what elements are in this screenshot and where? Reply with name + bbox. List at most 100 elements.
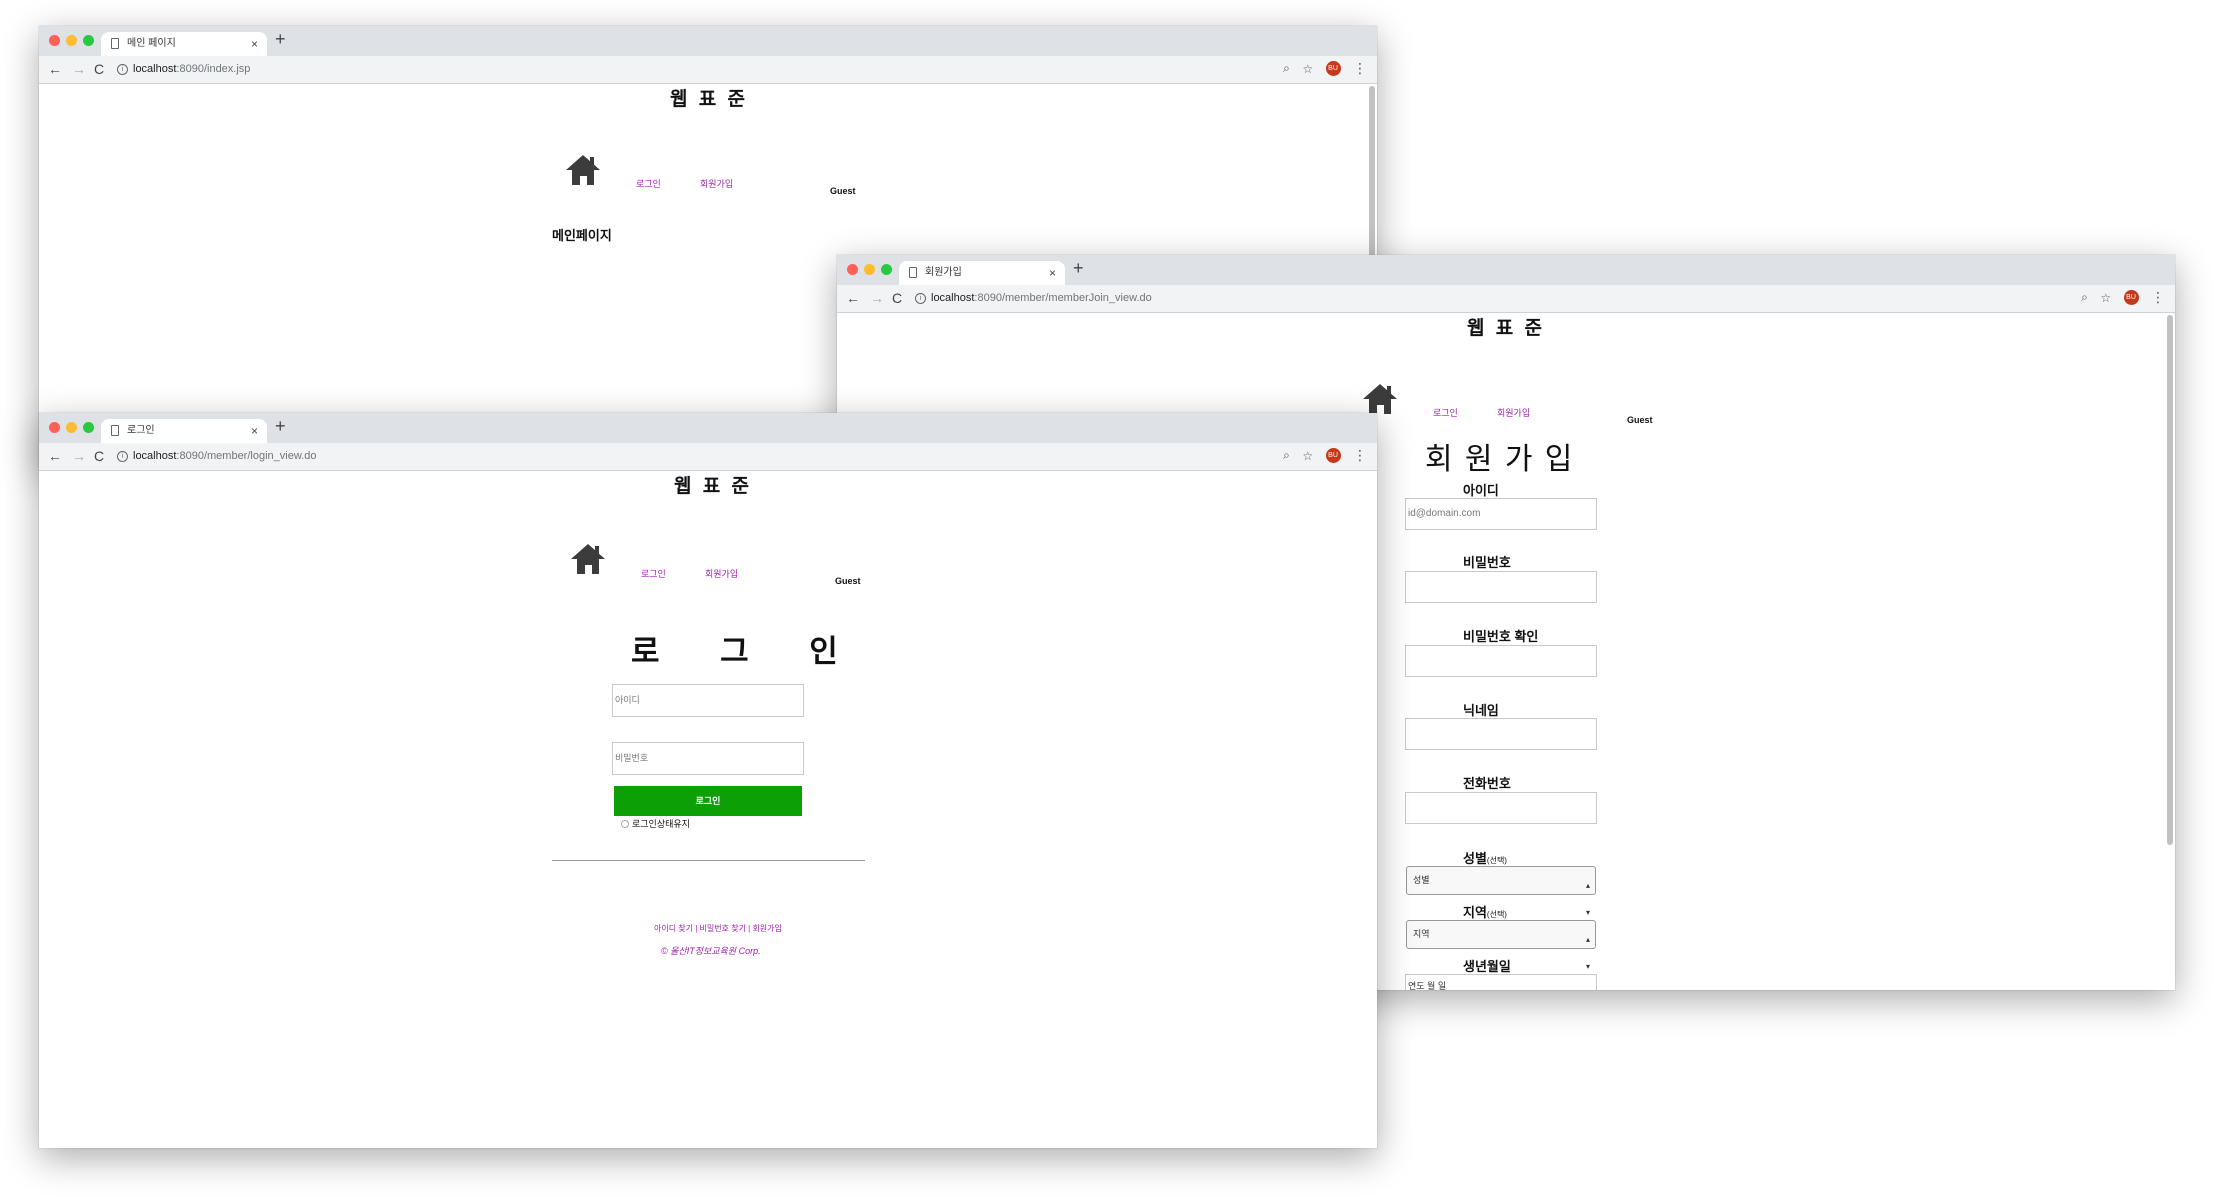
- home-icon[interactable]: [1363, 384, 1397, 416]
- join-form: 회 원 가 입 아이디 id@domain.com 비밀번호 비밀번호 확인 닉…: [1380, 430, 1680, 990]
- birth-input[interactable]: 연도 월 일: [1405, 974, 1597, 990]
- phone-label: 전화번호: [1463, 776, 1511, 791]
- password-confirm-label: 비밀번호 확인: [1463, 629, 1539, 644]
- url-host: localhost: [931, 292, 975, 304]
- new-tab-button[interactable]: +: [1073, 258, 1084, 279]
- minimize-window-button[interactable]: [66, 422, 77, 433]
- close-window-button[interactable]: [49, 35, 60, 46]
- tab-login[interactable]: 로그인 ×: [101, 419, 267, 443]
- menu-icon[interactable]: ⋮: [1353, 447, 1367, 464]
- url-host: localhost: [133, 450, 177, 462]
- gender-select[interactable]: 성별 ▴ ▾: [1406, 866, 1596, 917]
- address-bar[interactable]: i localhost:8090/member/memberJoin_view.d…: [915, 290, 1152, 306]
- new-tab-button[interactable]: +: [275, 416, 286, 437]
- close-window-button[interactable]: [49, 422, 60, 433]
- login-button[interactable]: 로그인: [614, 786, 802, 816]
- url-path: :8090/index.jsp: [176, 63, 251, 75]
- id-input[interactable]: id@domain.com: [1405, 498, 1597, 530]
- toolbar-actions: ⌕ ☆ BU ⋮: [2073, 289, 2165, 307]
- back-arrow-icon[interactable]: ←: [846, 289, 860, 307]
- forward-arrow-icon[interactable]: →: [72, 447, 86, 465]
- maximize-window-button[interactable]: [881, 264, 892, 275]
- nav-join-link[interactable]: 회원가입: [1497, 406, 1530, 419]
- nav-join-link[interactable]: 회원가입: [705, 567, 738, 580]
- login-password-input[interactable]: 비밀번호: [612, 742, 804, 775]
- gender-label: 성별(선택): [1463, 848, 1507, 867]
- tab-member-join[interactable]: 회원가입 ×: [899, 261, 1065, 285]
- zoom-icon[interactable]: ⌕: [2081, 290, 2088, 305]
- scrollbar[interactable]: [2167, 315, 2173, 845]
- gender-select-value: 성별: [1413, 875, 1430, 885]
- guest-label: Guest: [830, 186, 856, 196]
- address-bar[interactable]: i localhost:8090/member/login_view.do: [117, 448, 316, 464]
- home-icon[interactable]: [571, 544, 605, 576]
- page-heading: 메인페이지: [552, 228, 612, 243]
- region-select-value: 지역: [1413, 929, 1430, 939]
- profile-avatar[interactable]: BU: [2123, 290, 2139, 306]
- region-label-text: 지역: [1463, 905, 1487, 920]
- tab-title: 회원가입: [925, 267, 962, 278]
- profile-avatar[interactable]: BU: [1325, 61, 1341, 77]
- info-icon[interactable]: i: [117, 451, 128, 462]
- keep-login-checkbox[interactable]: [621, 820, 629, 828]
- page-icon: [111, 425, 119, 436]
- forward-arrow-icon[interactable]: →: [72, 60, 86, 78]
- back-arrow-icon[interactable]: ←: [48, 447, 62, 465]
- maximize-window-button[interactable]: [83, 422, 94, 433]
- tab-title: 메인 페이지: [127, 38, 176, 49]
- region-optional: (선택): [1486, 910, 1507, 919]
- url-host: localhost: [133, 63, 177, 75]
- phone-input[interactable]: [1405, 792, 1597, 824]
- profile-avatar[interactable]: BU: [1325, 448, 1341, 464]
- footer-links[interactable]: 아이디 찾기 | 비밀번호 찾기 | 회원가입: [654, 923, 782, 934]
- tab-bar: 메인 페이지 × +: [39, 26, 1377, 56]
- menu-icon[interactable]: ⋮: [2151, 289, 2165, 306]
- home-icon[interactable]: [566, 155, 600, 187]
- divider: [552, 860, 865, 861]
- close-tab-icon[interactable]: ×: [251, 32, 258, 56]
- menu-icon[interactable]: ⋮: [1353, 60, 1367, 77]
- close-tab-icon[interactable]: ×: [251, 419, 258, 443]
- nav-login-link[interactable]: 로그인: [641, 567, 666, 580]
- back-arrow-icon[interactable]: ←: [48, 60, 62, 78]
- gender-optional: (선택): [1486, 856, 1507, 865]
- bookmark-star-icon[interactable]: ☆: [1302, 62, 1313, 76]
- bookmark-star-icon[interactable]: ☆: [2100, 291, 2111, 305]
- region-select[interactable]: 지역 ▴ ▾: [1406, 920, 1596, 971]
- page-content-login: 웹 표 준 로그인 회원가입 Guest 로 그 인 아이디 비밀번호 로그인 …: [39, 471, 1377, 1148]
- maximize-window-button[interactable]: [83, 35, 94, 46]
- login-id-input[interactable]: 아이디: [612, 684, 804, 717]
- guest-label: Guest: [835, 576, 861, 586]
- address-bar[interactable]: i localhost:8090/index.jsp: [117, 61, 250, 77]
- tab-main-page[interactable]: 메인 페이지 ×: [101, 32, 267, 56]
- nav-login-link[interactable]: 로그인: [1433, 406, 1458, 419]
- nickname-input[interactable]: [1405, 718, 1597, 750]
- zoom-icon[interactable]: ⌕: [1283, 61, 1290, 76]
- info-icon[interactable]: i: [915, 293, 926, 304]
- region-label: 지역(선택): [1463, 902, 1507, 921]
- browser-toolbar: ← → C i localhost:8090/index.jsp ⌕ ☆ BU ⋮: [39, 56, 1377, 84]
- reload-icon[interactable]: C: [892, 289, 902, 307]
- new-tab-button[interactable]: +: [275, 29, 286, 50]
- login-heading: 로 그 인: [631, 634, 864, 669]
- info-icon[interactable]: i: [117, 64, 128, 75]
- zoom-icon[interactable]: ⌕: [1283, 448, 1290, 463]
- nav-login-link[interactable]: 로그인: [636, 177, 661, 190]
- close-tab-icon[interactable]: ×: [1049, 261, 1056, 285]
- minimize-window-button[interactable]: [864, 264, 875, 275]
- nickname-label: 닉네임: [1463, 703, 1499, 718]
- tab-title: 로그인: [127, 425, 155, 436]
- reload-icon[interactable]: C: [94, 447, 104, 465]
- bookmark-star-icon[interactable]: ☆: [1302, 449, 1313, 463]
- reload-icon[interactable]: C: [94, 60, 104, 78]
- password-confirm-input[interactable]: [1405, 645, 1597, 677]
- close-window-button[interactable]: [847, 264, 858, 275]
- site-title: 웹 표 준: [674, 476, 752, 497]
- browser-toolbar: ← → C i localhost:8090/member/memberJoin_…: [837, 285, 2175, 313]
- nav-join-link[interactable]: 회원가입: [700, 177, 733, 190]
- minimize-window-button[interactable]: [66, 35, 77, 46]
- toolbar-actions: ⌕ ☆ BU ⋮: [1275, 60, 1367, 78]
- page-icon: [111, 38, 119, 49]
- forward-arrow-icon[interactable]: →: [870, 289, 884, 307]
- password-input[interactable]: [1405, 571, 1597, 603]
